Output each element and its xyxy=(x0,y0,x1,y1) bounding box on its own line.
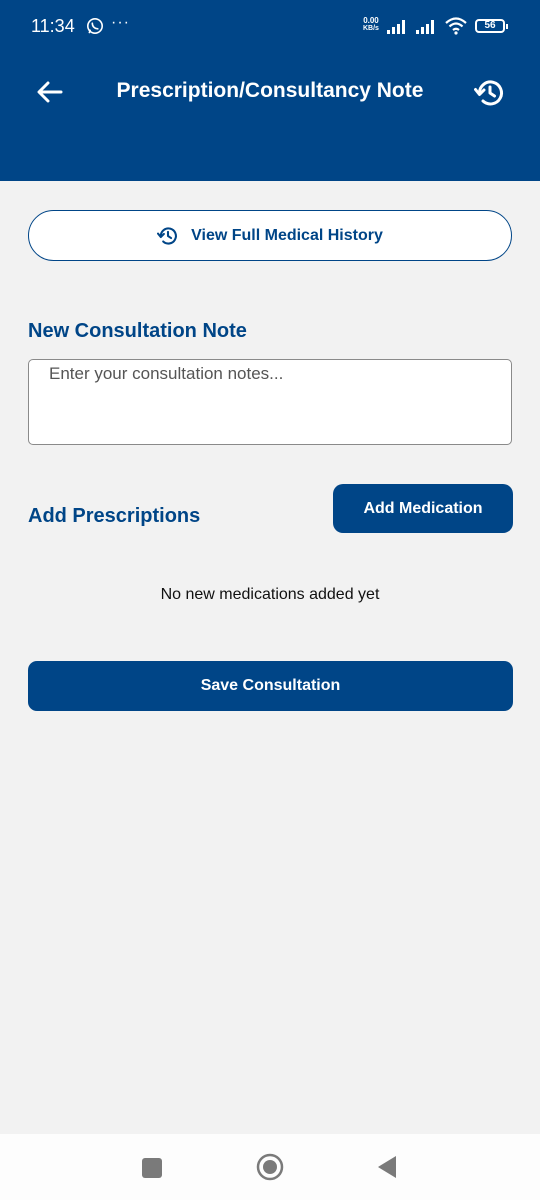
page-title: Prescription/Consultancy Note xyxy=(116,79,424,102)
network-speed-value: 0.00 xyxy=(363,16,379,25)
history-icon xyxy=(474,80,503,106)
home-circle-icon[interactable] xyxy=(256,1153,284,1181)
more-notifications-icon: ··· xyxy=(111,14,130,31)
system-navigation-bar xyxy=(0,1134,540,1200)
add-prescriptions-heading: Add Prescriptions xyxy=(28,505,201,527)
back-triangle-icon[interactable] xyxy=(376,1155,398,1179)
whatsapp-icon xyxy=(86,17,104,40)
status-time: 11:34 xyxy=(31,16,75,36)
back-button[interactable] xyxy=(34,76,66,108)
wifi-icon xyxy=(445,17,467,40)
history-icon xyxy=(157,226,178,245)
empty-medications-message: No new medications added yet xyxy=(160,586,380,603)
view-full-medical-history-button[interactable]: View Full Medical History xyxy=(28,210,512,261)
status-bar: 11:34 ··· 0.00 KB/s 56 xyxy=(0,0,540,56)
save-consultation-label: Save Consultation xyxy=(200,677,341,694)
view-full-medical-history-label: View Full Medical History xyxy=(191,226,383,244)
new-consultation-note-heading: New Consultation Note xyxy=(28,320,247,342)
arrow-left-icon xyxy=(37,81,63,103)
add-medication-button[interactable]: Add Medication xyxy=(333,484,513,533)
history-button[interactable] xyxy=(472,75,508,111)
save-consultation-button[interactable]: Save Consultation xyxy=(28,661,513,711)
network-speed-unit: KB/s xyxy=(363,25,379,32)
app-header: 11:34 ··· 0.00 KB/s 56 Prescription/Cons… xyxy=(0,0,540,181)
network-speed: 0.00 KB/s xyxy=(363,17,379,33)
signal-icon xyxy=(387,20,409,39)
signal-icon xyxy=(416,20,438,39)
battery-icon: 56 xyxy=(475,19,508,33)
recents-square-icon[interactable] xyxy=(142,1158,162,1178)
consultation-notes-input[interactable] xyxy=(28,359,512,445)
add-medication-label: Add Medication xyxy=(363,499,483,517)
